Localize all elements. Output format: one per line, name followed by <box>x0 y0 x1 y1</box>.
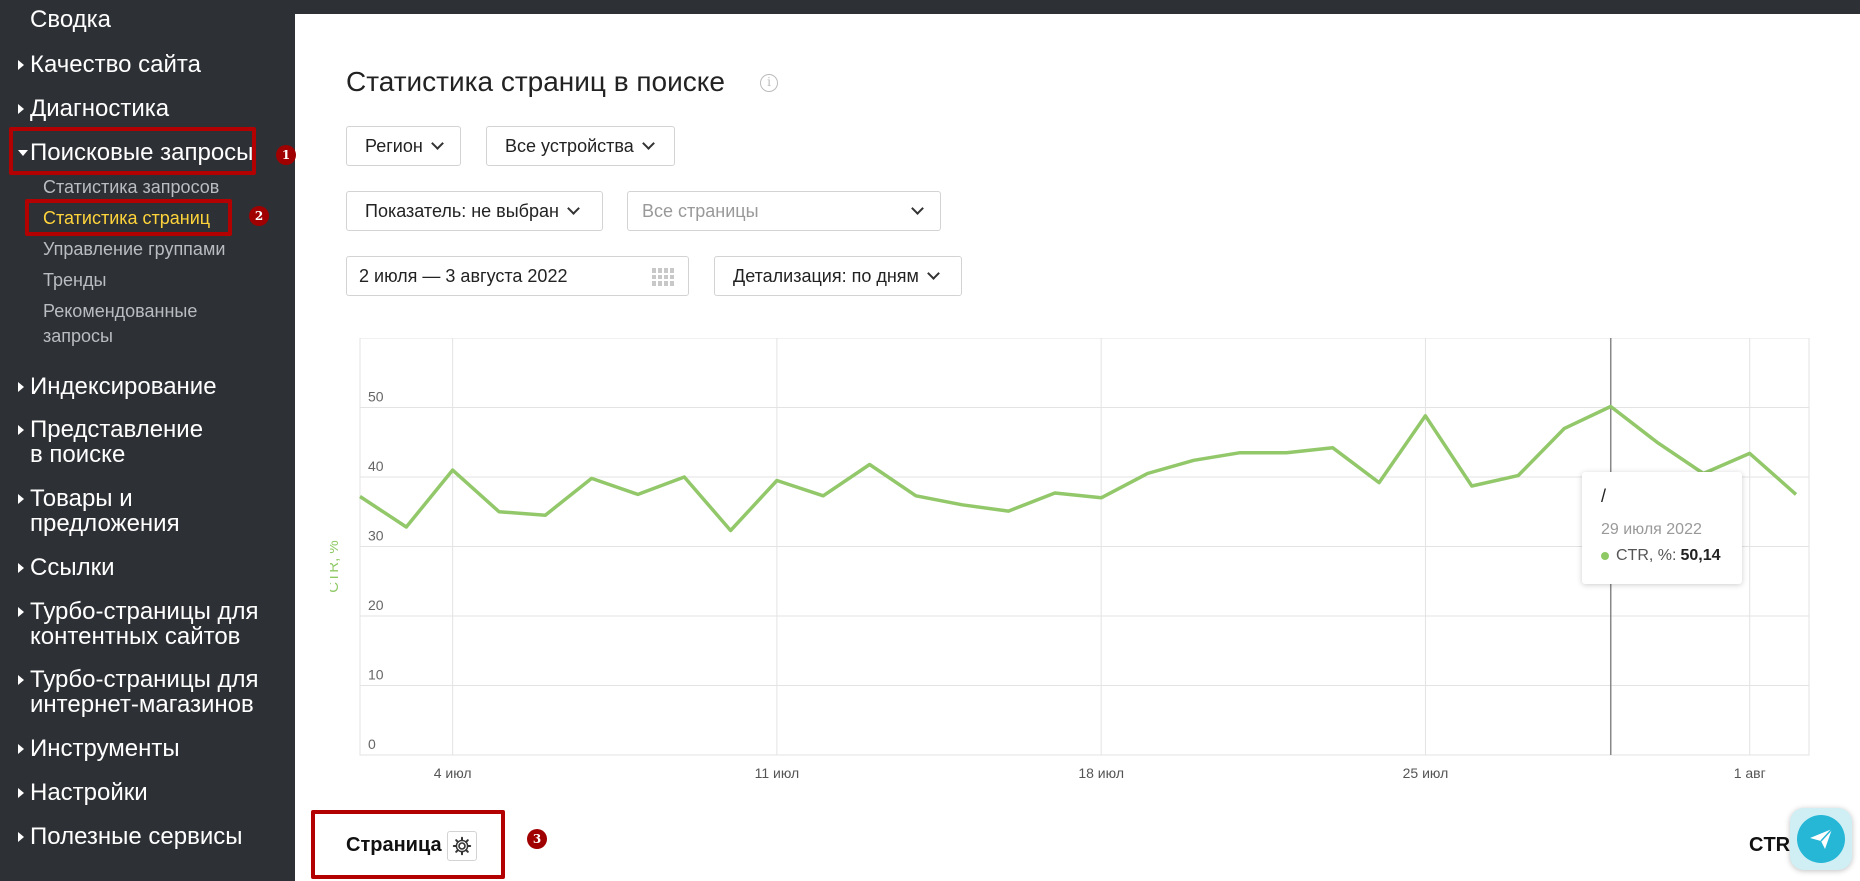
date-range-value: 2 июля — 3 августа 2022 <box>359 265 568 286</box>
sidebar-item-label: Товары и предложения <box>30 485 180 537</box>
sidebar-subitem-recommended-queries[interactable]: Рекомендованные запросы <box>43 299 197 349</box>
sidebar-item-diagnostics[interactable]: Диагностика <box>18 96 169 121</box>
sidebar-item-turbo-content[interactable]: Турбо-страницы для контентных сайтов <box>18 599 259 649</box>
x-tick-label: 18 июл <box>1078 765 1124 781</box>
x-tick-label: 11 июл <box>755 765 800 781</box>
triangle-right-icon <box>18 788 24 798</box>
page-title: Статистика страниц в поиске <box>346 66 725 97</box>
sidebar-item-summary[interactable]: Сводка <box>30 6 111 34</box>
y-tick-label: 50 <box>368 389 384 405</box>
sidebar-item-label: Турбо-страницы для интернет-магазинов <box>30 666 259 718</box>
sidebar-item-site-quality[interactable]: Качество сайта <box>18 52 201 77</box>
sidebar-item-label: Качество сайта <box>30 51 201 78</box>
sidebar-item-label: Полезные сервисы <box>30 823 243 850</box>
triangle-right-icon <box>18 675 24 685</box>
chart-tooltip: / 29 июля 2022 CTR, %: 50,14 <box>1582 472 1742 584</box>
metric-label: Показатель: не выбран <box>365 200 559 221</box>
tooltip-value: 50,14 <box>1680 547 1721 564</box>
y-tick-label: 10 <box>368 667 384 683</box>
triangle-right-icon <box>18 832 24 842</box>
tooltip-metric: CTR, %: <box>1616 547 1677 564</box>
column-settings-button[interactable] <box>447 831 477 861</box>
y-tick-label: 20 <box>368 597 384 613</box>
x-tick-label: 1 авг <box>1734 765 1766 781</box>
sidebar-item-indexing[interactable]: Индексирование <box>18 374 217 399</box>
annotation-box-2 <box>25 199 232 236</box>
ctr-series-line <box>359 404 1798 533</box>
legend-dot <box>1601 552 1609 560</box>
sidebar-item-search-presentation[interactable]: Представление в поиске <box>18 417 203 467</box>
devices-dropdown[interactable]: Все устройства <box>486 126 675 166</box>
chevron-down-icon <box>430 137 444 150</box>
triangle-right-icon <box>18 563 24 573</box>
y-tick-label: 30 <box>368 528 384 544</box>
chat-widget-button[interactable] <box>1790 808 1852 870</box>
pages-select[interactable]: Все страницы <box>627 191 941 231</box>
y-tick-label: 0 <box>368 736 376 752</box>
triangle-right-icon <box>18 425 24 435</box>
sidebar-subitem-group-management[interactable]: Управление группами <box>43 237 225 262</box>
annotation-badge-2: 2 <box>249 206 269 226</box>
detail-dropdown[interactable]: Детализация: по дням <box>714 256 962 296</box>
y-tick-label: 40 <box>368 458 384 474</box>
sidebar-item-settings[interactable]: Настройки <box>18 780 148 805</box>
sidebar-subitem-query-stats[interactable]: Статистика запросов <box>43 175 219 200</box>
sidebar-item-useful-services[interactable]: Полезные сервисы <box>18 824 243 849</box>
sidebar-item-tools[interactable]: Инструменты <box>18 736 180 761</box>
triangle-right-icon <box>18 494 24 504</box>
region-label: Регион <box>365 135 423 156</box>
page-column-header[interactable]: Страница <box>346 834 442 857</box>
ctr-column-header[interactable]: CTR <box>1749 834 1790 857</box>
y-axis-label: CTR, % <box>330 540 342 593</box>
tooltip-date: 29 июля 2022 <box>1601 521 1702 538</box>
x-tick-label: 4 июл <box>434 765 472 781</box>
sidebar-item-links[interactable]: Ссылки <box>18 555 115 580</box>
date-range-input[interactable]: 2 июля — 3 августа 2022 <box>346 256 689 296</box>
annotation-badge-3: 3 <box>527 829 547 849</box>
region-dropdown[interactable]: Регион <box>346 126 461 166</box>
sidebar-item-label: Ссылки <box>30 554 115 581</box>
sidebar-item-label: Диагностика <box>30 95 170 122</box>
annotation-badge-1: 1 <box>276 145 296 165</box>
tooltip-title: / <box>1601 486 1607 506</box>
send-icon <box>1797 815 1845 863</box>
sidebar-item-label: Представление в поиске <box>30 416 204 468</box>
triangle-right-icon <box>18 60 24 70</box>
annotation-box-1 <box>9 127 256 175</box>
devices-label: Все устройства <box>505 135 634 156</box>
triangle-right-icon <box>18 607 24 617</box>
triangle-right-icon <box>18 382 24 392</box>
chevron-down-icon <box>927 267 940 280</box>
pages-placeholder: Все страницы <box>642 200 759 221</box>
sidebar-subitem-trends[interactable]: Тренды <box>43 268 106 293</box>
sidebar-item-turbo-shops[interactable]: Турбо-страницы для интернет-магазинов <box>18 667 259 717</box>
chevron-down-icon <box>567 202 580 215</box>
sidebar-item-products-offers[interactable]: Товары и предложения <box>18 486 180 536</box>
metric-dropdown[interactable]: Показатель: не выбран <box>346 191 603 231</box>
triangle-right-icon <box>18 104 24 114</box>
chevron-down-icon <box>911 202 924 215</box>
gear-icon <box>452 836 472 856</box>
paper-plane-icon <box>1810 828 1833 849</box>
triangle-right-icon <box>18 744 24 754</box>
calendar-icon[interactable] <box>652 268 674 286</box>
chevron-down-icon <box>641 137 655 150</box>
tooltip-row: CTR, %: 50,14 <box>1601 547 1723 565</box>
info-icon[interactable]: i <box>760 74 778 92</box>
top-bar <box>295 0 1860 14</box>
detail-label: Детализация: по дням <box>733 265 919 286</box>
sidebar-item-label: Настройки <box>30 779 148 806</box>
sidebar-item-label: Турбо-страницы для контентных сайтов <box>30 598 259 650</box>
sidebar-item-label: Инструменты <box>30 735 180 762</box>
x-tick-label: 25 июл <box>1403 765 1449 781</box>
sidebar-item-label: Индексирование <box>30 373 217 400</box>
